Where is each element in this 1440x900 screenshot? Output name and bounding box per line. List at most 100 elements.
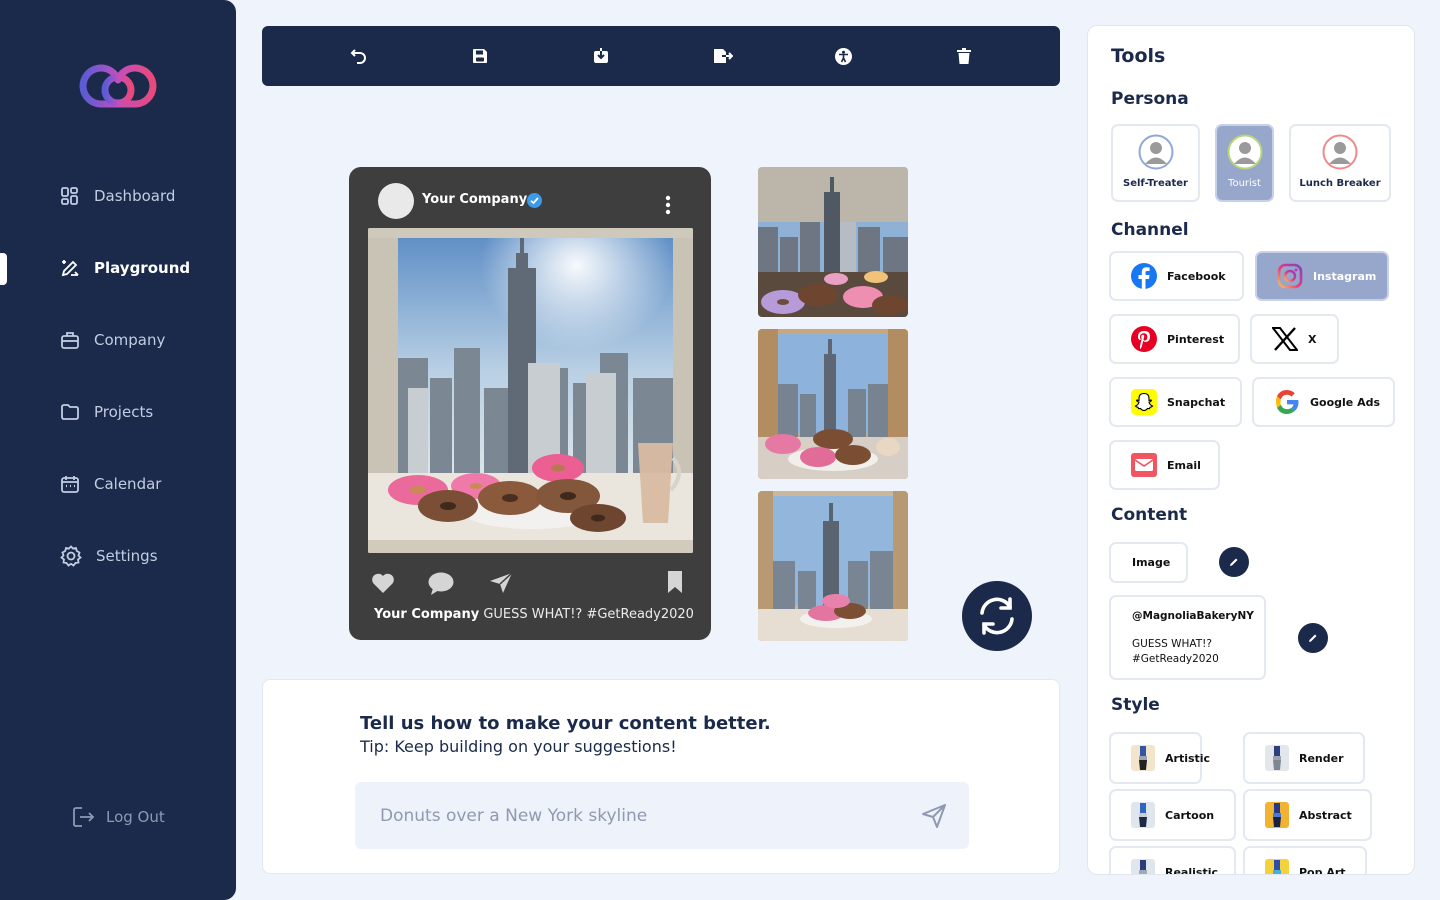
- edit-image-button[interactable]: [1219, 547, 1249, 577]
- sidebar-item-playground[interactable]: Playground: [60, 256, 190, 280]
- bookmark-icon[interactable]: [667, 571, 683, 593]
- person-avatar-icon: [1322, 134, 1358, 170]
- email-icon: [1131, 453, 1157, 477]
- tools-title: Tools: [1111, 45, 1166, 67]
- pencil-icon: [1309, 634, 1317, 642]
- sidebar-item-label: Calendar: [94, 475, 162, 493]
- persona-heading: Persona: [1111, 89, 1189, 109]
- sidebar-item-label: Projects: [94, 403, 154, 421]
- export-icon: [714, 49, 733, 63]
- logout-icon: [73, 807, 95, 827]
- paintbrush-icon: [1265, 745, 1289, 771]
- gear-icon: [60, 545, 82, 567]
- image-variant-1[interactable]: [758, 167, 908, 317]
- persona-label: Lunch Breaker: [1299, 178, 1381, 189]
- export-button[interactable]: [711, 44, 735, 68]
- delete-button[interactable]: [952, 44, 976, 68]
- person-avatar-icon: [1138, 134, 1173, 170]
- accessibility-button[interactable]: [831, 44, 855, 68]
- channel-label: Facebook: [1167, 269, 1226, 283]
- image-variant-3[interactable]: [758, 491, 908, 641]
- comment-icon[interactable]: [428, 572, 454, 595]
- channel-label: Instagram: [1313, 269, 1377, 283]
- sidebar-item-settings[interactable]: Settings: [60, 544, 158, 568]
- briefcase-icon: [61, 332, 79, 349]
- sidebar-item-dashboard[interactable]: Dashboard: [60, 184, 175, 208]
- dashboard-icon: [61, 187, 78, 205]
- channel-email[interactable]: Email: [1109, 440, 1220, 490]
- trash-icon: [957, 48, 971, 64]
- style-realistic[interactable]: Realistic: [1109, 846, 1236, 874]
- google-icon: [1275, 390, 1299, 414]
- sidebar-item-projects[interactable]: Projects: [60, 400, 153, 424]
- content-text-chip[interactable]: @MagnoliaBakeryNY GUESS WHAT!? #GetReady…: [1109, 595, 1266, 680]
- edit-text-button[interactable]: [1298, 623, 1328, 653]
- style-label: Render: [1299, 751, 1344, 765]
- undo-button[interactable]: [347, 44, 371, 68]
- sidebar-item-label: Playground: [94, 259, 191, 277]
- channel-snapchat[interactable]: Snapchat: [1109, 377, 1242, 427]
- channel-label: X: [1308, 332, 1317, 346]
- pinterest-icon: [1131, 326, 1157, 352]
- style-artistic[interactable]: Artistic: [1109, 732, 1210, 784]
- channel-label: Pinterest: [1167, 332, 1225, 346]
- instagram-icon: [1277, 263, 1303, 289]
- channel-x[interactable]: X: [1250, 314, 1339, 364]
- download-button[interactable]: [589, 44, 613, 68]
- heart-icon[interactable]: [371, 572, 395, 594]
- save-icon: [473, 49, 487, 63]
- style-label: Artistic: [1165, 751, 1211, 765]
- channel-google-ads[interactable]: Google Ads: [1252, 377, 1395, 427]
- sidebar-item-company[interactable]: Company: [60, 328, 165, 352]
- channel-label: Google Ads: [1310, 395, 1381, 409]
- content-heading: Content: [1111, 505, 1188, 525]
- image-variant-2[interactable]: [758, 329, 908, 479]
- person-avatar-icon: [1227, 134, 1262, 170]
- paintbrush-icon: [1265, 802, 1289, 828]
- save-button[interactable]: [468, 44, 492, 68]
- style-heading: Style: [1111, 695, 1160, 715]
- sidebar-item-calendar[interactable]: Calendar: [60, 472, 161, 496]
- paintbrush-icon: [1131, 802, 1155, 828]
- verified-badge-icon: [527, 193, 542, 208]
- regenerate-button[interactable]: [962, 581, 1032, 651]
- persona-lunch-breaker[interactable]: Lunch Breaker: [1289, 124, 1391, 202]
- pen-ruler-icon: [61, 260, 79, 277]
- share-icon[interactable]: [489, 572, 513, 594]
- persona-label: Tourist: [1228, 178, 1261, 189]
- content-image-chip[interactable]: Image: [1109, 542, 1188, 583]
- caption-author: Your Company: [374, 607, 480, 622]
- channel-heading: Channel: [1111, 220, 1189, 240]
- style-render[interactable]: Render: [1243, 732, 1365, 784]
- post-account-name: Your Company: [422, 192, 528, 207]
- persona-label: Self-Treater: [1123, 178, 1188, 189]
- send-icon[interactable]: [921, 803, 947, 829]
- instagram-post-preview: Your Company Your Company GUESS WHAT!? #…: [349, 167, 711, 640]
- prompt-input[interactable]: [355, 782, 969, 849]
- snapchat-icon: [1131, 389, 1157, 415]
- paintbrush-icon: [1131, 859, 1155, 874]
- persona-tourist[interactable]: Tourist: [1215, 124, 1274, 202]
- logout-button[interactable]: Log Out: [72, 806, 165, 828]
- more-options-icon[interactable]: [665, 195, 671, 215]
- style-cartoon[interactable]: Cartoon: [1109, 789, 1236, 841]
- channel-instagram[interactable]: Instagram: [1255, 251, 1389, 301]
- sidebar: Dashboard Playground Company Projects Ca…: [0, 0, 236, 900]
- editor-toolbar: [262, 26, 1060, 86]
- feedback-tip: Tip: Keep building on your suggestions!: [360, 737, 677, 756]
- pencil-icon: [1230, 558, 1238, 566]
- calendar-icon: [61, 476, 79, 493]
- tools-panel: Tools Persona Self-Treater Tourist Lunch…: [1087, 25, 1415, 875]
- paintbrush-icon: [1265, 859, 1289, 874]
- persona-self-treater[interactable]: Self-Treater: [1111, 124, 1200, 202]
- style-abstract[interactable]: Abstract: [1243, 789, 1372, 841]
- style-label: Abstract: [1299, 808, 1352, 822]
- style-pop-art[interactable]: Pop Art: [1243, 846, 1367, 874]
- channel-facebook[interactable]: Facebook: [1109, 251, 1244, 301]
- content-text-line2: #GetReady2020: [1132, 653, 1219, 665]
- post-image: [368, 228, 693, 553]
- sidebar-item-label: Settings: [96, 547, 158, 565]
- x-icon: [1272, 327, 1298, 351]
- brand-logo: [78, 58, 160, 114]
- channel-pinterest[interactable]: Pinterest: [1109, 314, 1240, 364]
